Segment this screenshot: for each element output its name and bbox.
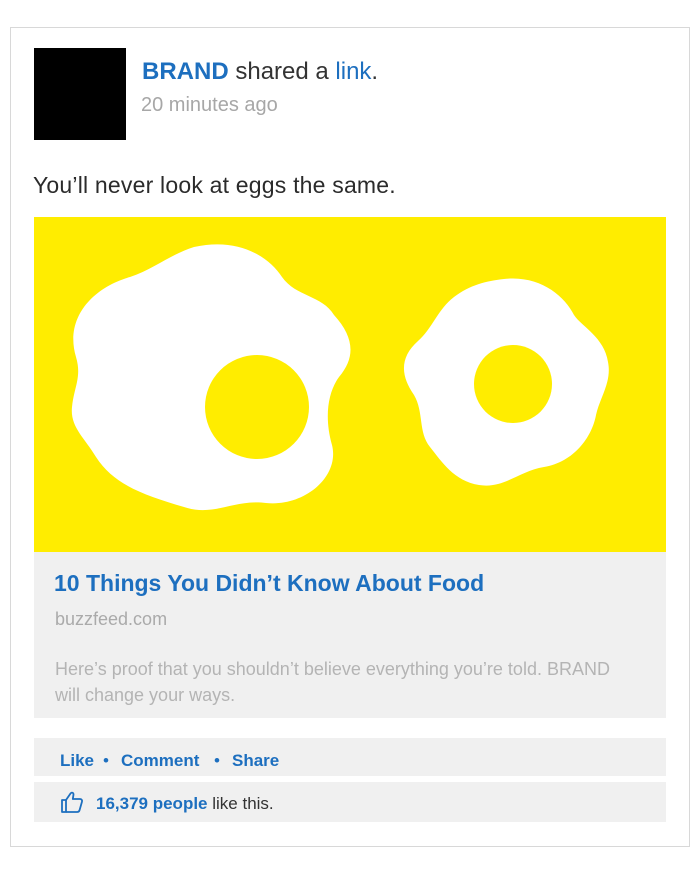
preview-title[interactable]: 10 Things You Didn’t Know About Food — [54, 570, 484, 597]
likes-people-link[interactable]: 16,379 people — [96, 794, 208, 813]
comment-button[interactable]: Comment — [121, 751, 199, 771]
shared-text: shared a — [228, 58, 336, 85]
preview-description: Here’s proof that you shouldn’t believe … — [55, 659, 610, 705]
post-header: BRAND shared a link. — [142, 58, 378, 86]
share-button[interactable]: Share — [232, 751, 279, 771]
post-timestamp[interactable]: 20 minutes ago — [141, 94, 278, 117]
likes-bar: 16,379 people like this. — [34, 782, 666, 822]
thumbs-up-icon — [61, 791, 83, 813]
header-period: . — [371, 58, 379, 85]
separator-dot: • — [103, 751, 109, 770]
link-word[interactable]: link — [335, 58, 371, 85]
avatar[interactable] — [34, 48, 126, 140]
egg-yolk-large — [205, 355, 309, 459]
link-preview[interactable]: 10 Things You Didn’t Know About Food buz… — [34, 552, 666, 718]
likes-suffix: like this. — [207, 794, 274, 813]
like-button[interactable]: Like — [60, 751, 94, 771]
separator-dot: • — [214, 751, 220, 770]
action-bar: Like • Comment • Share — [34, 738, 666, 776]
preview-domain: buzzfeed.com — [55, 609, 168, 629]
brand-link[interactable]: BRAND — [142, 58, 229, 85]
likes-count: 16,379 people like this. — [96, 794, 274, 814]
preview-image[interactable] — [34, 217, 666, 552]
egg-yolk-small — [474, 345, 552, 423]
status-text: You’ll never look at eggs the same. — [33, 172, 396, 198]
